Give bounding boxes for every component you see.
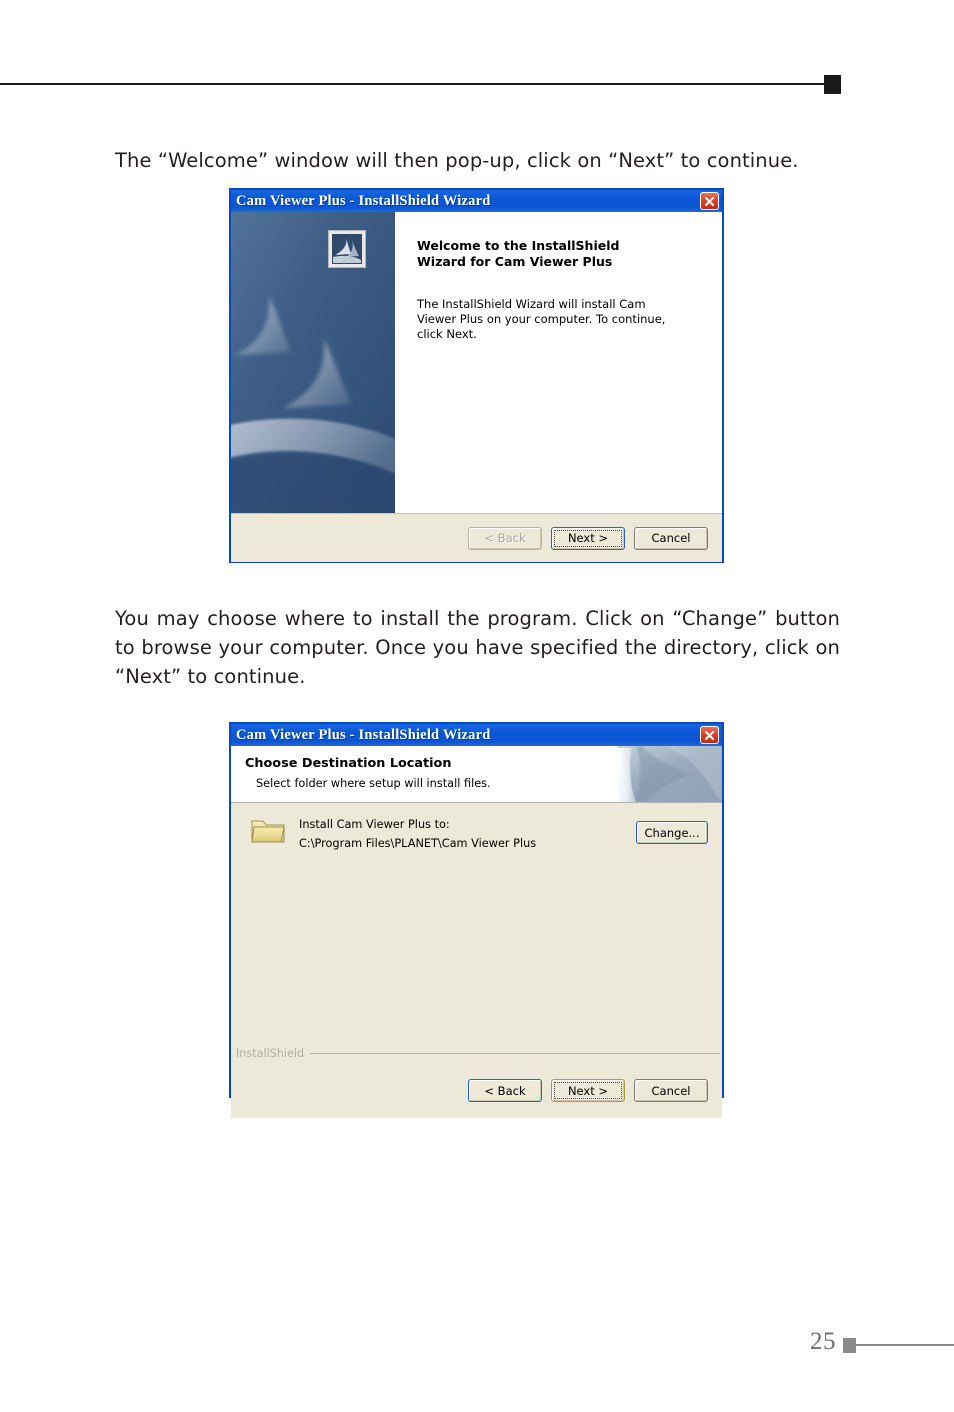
welcome-description: The InstallShield Wizard will install Ca… [417,297,666,341]
installshield-label: InstallShield [236,1046,305,1060]
welcome-dialog-window: Cam Viewer Plus - InstallShield Wizard W… [229,188,724,563]
back-button[interactable]: < Back [468,1079,542,1102]
page-footer-rule [855,1344,954,1346]
cancel-button[interactable]: Cancel [634,526,708,550]
destination-dialog-title: Cam Viewer Plus - InstallShield Wizard [236,726,491,743]
destination-dialog-titlebar: Cam Viewer Plus - InstallShield Wizard [231,724,722,746]
close-icon[interactable] [700,192,719,210]
install-location-text: Install Cam Viewer Plus to: C:\Program F… [299,815,536,853]
destination-banner-title: Choose Destination Location [245,756,452,771]
install-location-path: C:\Program Files\PLANET\Cam Viewer Plus [299,837,537,850]
destination-dialog-button-bar: < Back Next > Cancel [231,1063,722,1118]
welcome-dialog-button-bar: < Back Next > Cancel [231,513,722,562]
destination-dialog-window: Cam Viewer Plus - InstallShield Wizard C… [229,722,724,1118]
installshield-branding-row: InstallShield [231,1043,722,1063]
destination-dialog-body: Install Cam Viewer Plus to: C:\Program F… [231,803,722,1063]
close-icon[interactable] [700,726,719,744]
installshield-product-icon [328,230,366,268]
change-button-wrapper: Change... [636,821,708,844]
change-button[interactable]: Change... [636,821,708,844]
install-location-label: Install Cam Viewer Plus to: [299,818,450,831]
page-header-square-marker [824,75,841,94]
install-location-row: Install Cam Viewer Plus to: C:\Program F… [251,815,536,853]
cancel-button[interactable]: Cancel [634,1079,708,1102]
page-number: 25 [810,1328,836,1355]
instruction-paragraph-destination: You may choose where to install the prog… [115,607,840,688]
folder-icon [251,817,286,846]
installshield-side-artwork [231,212,395,513]
installshield-divider [310,1052,720,1054]
next-button[interactable]: Next > [551,1079,625,1102]
welcome-dialog-title: Cam Viewer Plus - InstallShield Wizard [236,192,491,209]
instruction-paragraph-welcome: The “Welcome” window will then pop-up, c… [115,149,799,172]
next-button[interactable]: Next > [551,526,625,550]
page-header-rule [0,83,827,85]
banner-curl-artwork [618,746,722,802]
destination-banner-subtitle: Select folder where setup will install f… [256,777,491,790]
welcome-text-area: Welcome to the InstallShield Wizard for … [395,212,722,513]
welcome-dialog-body: Welcome to the InstallShield Wizard for … [231,212,722,513]
welcome-heading: Welcome to the InstallShield Wizard for … [417,238,620,269]
destination-banner: Choose Destination Location Select folde… [231,746,722,803]
welcome-dialog-titlebar: Cam Viewer Plus - InstallShield Wizard [231,190,722,212]
back-button: < Back [468,526,542,550]
